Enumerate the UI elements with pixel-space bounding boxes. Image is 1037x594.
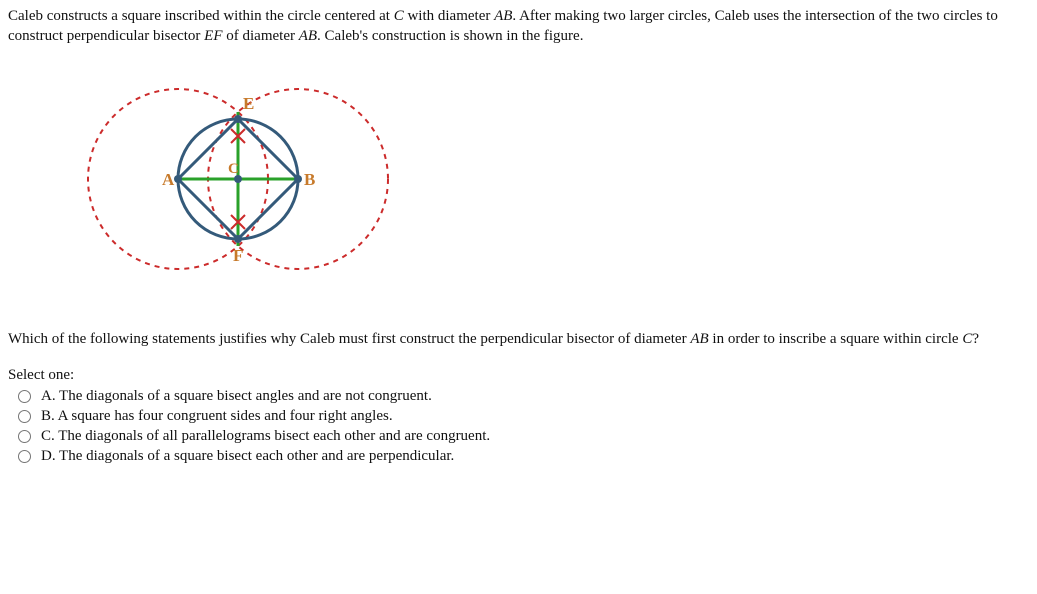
construction-svg: A B C E F <box>68 69 408 289</box>
q-seg3: ? <box>972 331 979 347</box>
point-e-icon <box>234 115 242 123</box>
point-f-icon <box>234 235 242 243</box>
option-b-label: B. A square has four congruent sides and… <box>41 408 393 425</box>
intro-seg4: of diameter <box>223 28 299 44</box>
q-seg2: in order to inscribe a square within cir… <box>709 331 963 347</box>
intro-C: C <box>394 8 404 24</box>
intro-AB2: AB <box>299 28 317 44</box>
point-b-icon <box>294 175 302 183</box>
option-d-radio[interactable] <box>18 450 31 463</box>
intro-seg5: . Caleb's construction is shown in the f… <box>317 28 583 44</box>
label-b: B <box>304 170 315 189</box>
select-one-label: Select one: <box>8 367 1029 384</box>
option-b-row[interactable]: B. A square has four congruent sides and… <box>18 408 1029 425</box>
question-paragraph: Which of the following statements justif… <box>8 329 1029 349</box>
option-b-radio[interactable] <box>18 410 31 423</box>
intro-paragraph: Caleb constructs a square inscribed with… <box>8 6 1029 47</box>
intro-AB1: AB <box>494 8 512 24</box>
option-a-label: A. The diagonals of a square bisect angl… <box>41 388 432 405</box>
q-AB: AB <box>690 331 708 347</box>
construction-figure: A B C E F <box>68 69 1029 289</box>
label-a: A <box>162 170 175 189</box>
q-C: C <box>962 331 972 347</box>
option-d-row[interactable]: D. The diagonals of a square bisect each… <box>18 448 1029 465</box>
option-a-radio[interactable] <box>18 390 31 403</box>
intro-seg1: Caleb constructs a square inscribed with… <box>8 8 394 24</box>
point-a-icon <box>174 175 182 183</box>
label-f: F <box>233 246 243 265</box>
intro-EF: EF <box>204 28 222 44</box>
option-a-row[interactable]: A. The diagonals of a square bisect angl… <box>18 388 1029 405</box>
label-e: E <box>243 94 254 113</box>
q-seg1: Which of the following statements justif… <box>8 331 690 347</box>
option-c-label: C. The diagonals of all parallelograms b… <box>41 428 490 445</box>
option-d-label: D. The diagonals of a square bisect each… <box>41 448 454 465</box>
intro-seg2: with diameter <box>404 8 494 24</box>
option-c-row[interactable]: C. The diagonals of all parallelograms b… <box>18 428 1029 445</box>
option-c-radio[interactable] <box>18 430 31 443</box>
label-c: C <box>228 161 239 177</box>
